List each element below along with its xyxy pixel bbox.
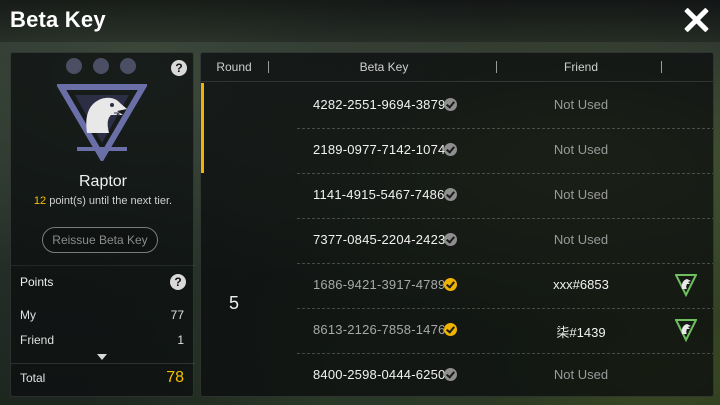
check-icon: [444, 188, 457, 201]
progress-dot: [93, 58, 109, 74]
chevron-down-icon[interactable]: [97, 354, 107, 360]
points-needed-suffix: point(s) until the next tier.: [46, 195, 173, 207]
divider: [201, 81, 713, 82]
points-value: 1: [177, 333, 184, 347]
raptor-emblem: [57, 84, 147, 161]
tier-name: Raptor: [78, 173, 128, 190]
selection-indicator: [201, 83, 204, 173]
page-title: Beta Key: [10, 7, 106, 32]
table-row[interactable]: 8613-2126-7858-1476 柒#1439: [267, 308, 713, 353]
friend-value: Not Used: [553, 142, 609, 157]
beta-key-value[interactable]: 8400-2598-0444-6250: [313, 367, 445, 382]
table-row[interactable]: 2189-0977-7142-1074 Not Used: [267, 128, 713, 173]
table-row[interactable]: 8400-2598-0444-6250 Not Used: [267, 353, 713, 396]
beta-key-table: Round Beta Key Friend 5 4282-2551-9694-3…: [200, 52, 714, 397]
check-icon: [444, 278, 457, 291]
help-icon[interactable]: ?: [171, 60, 187, 76]
check-icon: [444, 368, 457, 381]
close-icon[interactable]: [682, 6, 710, 34]
help-icon[interactable]: ?: [170, 274, 186, 290]
points-row-my: My 77: [20, 308, 184, 322]
column-header-beta-key: Beta Key: [359, 60, 409, 74]
points-label: Friend: [20, 333, 55, 347]
column-separator: [496, 61, 497, 73]
row-divider: [297, 173, 713, 174]
table-row[interactable]: 4282-2551-9694-3879 Not Used: [267, 83, 713, 128]
friend-value: Not Used: [553, 232, 609, 247]
column-separator: [661, 61, 662, 73]
beta-key-value[interactable]: 7377-0845-2204-2423: [313, 232, 445, 247]
table-row[interactable]: 1141-4915-5467-7486 Not Used: [267, 173, 713, 218]
points-needed: 12: [33, 195, 47, 207]
beta-key-value[interactable]: 4282-2551-9694-3879: [313, 97, 445, 112]
divider: [11, 265, 195, 266]
beta-key-value[interactable]: 1141-4915-5467-7486: [313, 187, 445, 202]
points-label: My: [20, 308, 36, 322]
points-row-total: Total 78: [20, 369, 184, 386]
tier-badge-icon: [675, 319, 697, 342]
tier-progress-text: 12 point(s) until the next tier.: [11, 195, 195, 207]
row-divider: [297, 308, 713, 309]
row-divider: [297, 353, 713, 354]
beta-key-value[interactable]: 8613-2126-7858-1476: [313, 322, 445, 337]
progress-dot: [120, 58, 136, 74]
points-label: Total: [20, 371, 46, 385]
friend-value: xxx#6853: [553, 277, 609, 292]
check-icon: [444, 98, 457, 111]
friend-value: Not Used: [553, 187, 609, 202]
round-value: 5: [228, 293, 239, 313]
check-icon: [444, 143, 457, 156]
progress-dot: [66, 58, 82, 74]
friend-value: Not Used: [553, 97, 609, 112]
beta-key-value[interactable]: 2189-0977-7142-1074: [313, 142, 445, 157]
friend-value: Not Used: [553, 367, 609, 382]
reissue-beta-key-button[interactable]: Reissue Beta Key: [42, 227, 158, 253]
beta-key-value[interactable]: 1686-9421-3917-4789: [313, 277, 445, 292]
divider: [11, 363, 195, 364]
column-header-friend: Friend: [563, 60, 598, 74]
tier-badge-icon: [675, 274, 697, 297]
points-row-friend: Friend 1: [20, 333, 184, 347]
friend-value: 柒#1439: [556, 325, 606, 340]
tier-progress-dots: [66, 58, 136, 74]
points-value: 77: [170, 308, 184, 322]
row-divider: [297, 263, 713, 264]
table-row[interactable]: 1686-9421-3917-4789 xxx#6853: [267, 263, 713, 308]
row-divider: [297, 128, 713, 129]
tier-panel: ? Raptor 12 point(s) until the next tier…: [10, 52, 195, 397]
row-divider: [297, 218, 713, 219]
check-icon: [444, 233, 457, 246]
header-bar: Beta Key: [0, 0, 720, 42]
points-title: Points: [20, 275, 54, 289]
column-header-round: Round: [216, 60, 252, 74]
table-row[interactable]: 7377-0845-2204-2423 Not Used: [267, 218, 713, 263]
check-icon: [444, 323, 457, 336]
points-total-value: 78: [166, 369, 184, 386]
